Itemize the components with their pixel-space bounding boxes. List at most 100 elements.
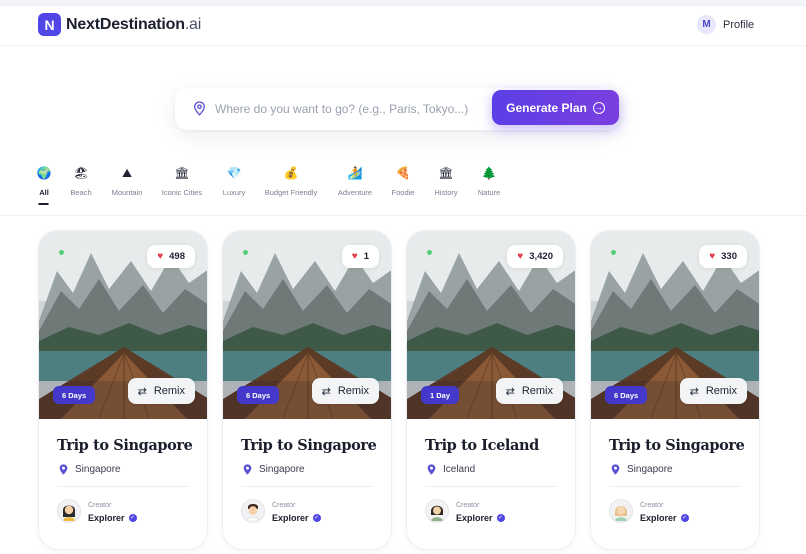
tab-all[interactable]: 🌍 All <box>36 165 52 205</box>
status-dot-icon <box>611 250 616 255</box>
search-bar: Generate Plan → <box>175 88 619 130</box>
trip-location: Singapore <box>59 464 121 475</box>
location-text: Singapore <box>75 464 121 475</box>
brand-name[interactable]: NextDestination.ai <box>66 16 201 34</box>
status-dot-icon <box>59 250 64 255</box>
generate-plan-button[interactable]: Generate Plan → <box>492 90 619 125</box>
trip-location: Singapore <box>611 464 673 475</box>
swap-arrows-icon: ⇄ <box>689 384 699 398</box>
status-dot-icon <box>243 250 248 255</box>
location-text: Iceland <box>443 464 476 475</box>
tab-iconic-cities[interactable]: 🏛 Iconic Cities <box>162 165 202 197</box>
tab-label: Mountain <box>111 188 143 197</box>
trending-label: Trending Now <box>437 249 481 256</box>
heart-icon: ♥ <box>517 251 524 262</box>
classical-building-icon: 🏛 <box>438 166 454 180</box>
category-tabs: 🌍 All 🏖 Beach ⛰ Mountain 🏛 Iconic Cities… <box>0 158 806 216</box>
creator-avatar[interactable] <box>425 499 449 523</box>
like-count: 3,420 <box>529 251 553 262</box>
creator-avatar[interactable] <box>241 499 265 523</box>
remix-button[interactable]: ⇄ Remix <box>127 378 195 404</box>
brand-main: NextDestination <box>66 16 185 33</box>
trending-badge: Trending Now <box>611 249 664 256</box>
creator-name[interactable]: Explorer ✓ <box>456 513 505 523</box>
verified-check-icon: ✓ <box>128 514 137 522</box>
generate-plan-label: Generate Plan <box>506 100 587 115</box>
tab-label: Iconic Cities <box>161 188 203 197</box>
arrow-right-icon: → <box>592 101 605 114</box>
tab-label: Beach <box>70 188 92 197</box>
globe-icon: 🌍 <box>36 166 52 180</box>
beach-umbrella-icon: 🏖 <box>73 166 89 180</box>
creator-name-text: Explorer <box>272 513 309 523</box>
creator-label: Creator <box>88 502 112 509</box>
location-pin-icon <box>243 464 252 475</box>
verified-check-icon: ✓ <box>496 514 505 522</box>
remix-button[interactable]: ⇄ Remix <box>679 378 747 404</box>
trip-card[interactable]: Trending Now ♥ 498 6 Days ⇄ Remix Trip to … <box>38 230 208 550</box>
tab-mountain[interactable]: ⛰ Mountain <box>112 165 143 197</box>
trending-label: Trending Now <box>69 249 113 256</box>
profile-button[interactable]: M Profile <box>697 15 754 34</box>
profile-avatar: M <box>697 15 716 34</box>
tab-label: Luxury <box>222 188 246 197</box>
tab-label: Adventure <box>337 188 373 197</box>
card-divider <box>425 486 557 487</box>
logo-icon[interactable]: N <box>38 13 61 36</box>
tab-nature[interactable]: 🌲 Nature <box>478 165 501 197</box>
tab-label: Budget Friendly <box>264 188 318 197</box>
location-pin-icon <box>427 464 436 475</box>
location-text: Singapore <box>259 464 305 475</box>
pizza-icon: 🍕 <box>395 166 411 180</box>
creator-label: Creator <box>272 502 296 509</box>
surfer-icon: 🏄 <box>347 166 363 180</box>
trip-cover-image: Trending Now ♥ 1 6 Days ⇄ Remix <box>223 231 391 419</box>
heart-icon: ♥ <box>351 251 358 262</box>
trip-card[interactable]: Trending Now ♥ 3,420 1 Day ⇄ Remix Trip to… <box>406 230 576 550</box>
like-button[interactable]: ♥ 3,420 <box>507 245 563 268</box>
creator-avatar[interactable] <box>57 499 81 523</box>
creator-name[interactable]: Explorer ✓ <box>88 513 137 523</box>
creator-name[interactable]: Explorer ✓ <box>640 513 689 523</box>
verified-check-icon: ✓ <box>312 514 321 522</box>
like-count: 1 <box>363 251 369 262</box>
diamond-icon: 💎 <box>226 166 242 180</box>
duration-badge: 6 Days <box>605 386 648 404</box>
duration-badge: 6 Days <box>53 386 96 404</box>
trip-cover-image: Trending Now ♥ 3,420 1 Day ⇄ Remix <box>407 231 575 419</box>
remix-label: Remix <box>705 385 737 397</box>
remix-button[interactable]: ⇄ Remix <box>495 378 563 404</box>
mountain-icon: ⛰ <box>121 166 133 180</box>
like-button[interactable]: ♥ 1 <box>341 245 379 268</box>
tab-budget-friendly[interactable]: 💰 Budget Friendly <box>265 165 318 197</box>
trending-badge: Trending Now <box>243 249 296 256</box>
tab-label: History <box>434 188 458 197</box>
creator-name[interactable]: Explorer ✓ <box>272 513 321 523</box>
heart-icon: ♥ <box>157 251 164 262</box>
tab-adventure[interactable]: 🏄 Adventure <box>338 165 372 197</box>
creator-name-text: Explorer <box>640 513 677 523</box>
trip-card[interactable]: Trending Now ♥ 1 6 Days ⇄ Remix Trip to Si… <box>222 230 392 550</box>
swap-arrows-icon: ⇄ <box>321 384 331 398</box>
remix-button[interactable]: ⇄ Remix <box>311 378 379 404</box>
trending-badge: Trending Now <box>427 249 480 256</box>
creator-name-text: Explorer <box>88 513 125 523</box>
card-divider <box>609 486 741 487</box>
location-pin-icon <box>194 101 205 116</box>
heart-icon: ♥ <box>709 251 716 262</box>
header: N NextDestination.ai M Profile <box>0 6 806 46</box>
trip-cover-image: Trending Now ♥ 498 6 Days ⇄ Remix <box>39 231 207 419</box>
trending-label: Trending Now <box>621 249 665 256</box>
trip-title: Trip to Singapore <box>241 437 377 454</box>
trip-card[interactable]: Trending Now ♥ 330 6 Days ⇄ Remix Trip to … <box>590 230 760 550</box>
creator-label: Creator <box>640 502 664 509</box>
like-button[interactable]: ♥ 330 <box>699 245 747 268</box>
tab-luxury[interactable]: 💎 Luxury <box>223 165 246 197</box>
tab-label: Foodie <box>391 188 415 197</box>
tab-history[interactable]: 🏛 History <box>434 165 457 197</box>
destination-search-input[interactable] <box>215 96 485 122</box>
creator-avatar[interactable] <box>609 499 633 523</box>
tab-beach[interactable]: 🏖 Beach <box>70 165 91 197</box>
tab-foodie[interactable]: 🍕 Foodie <box>392 165 415 197</box>
like-button[interactable]: ♥ 498 <box>147 245 195 268</box>
